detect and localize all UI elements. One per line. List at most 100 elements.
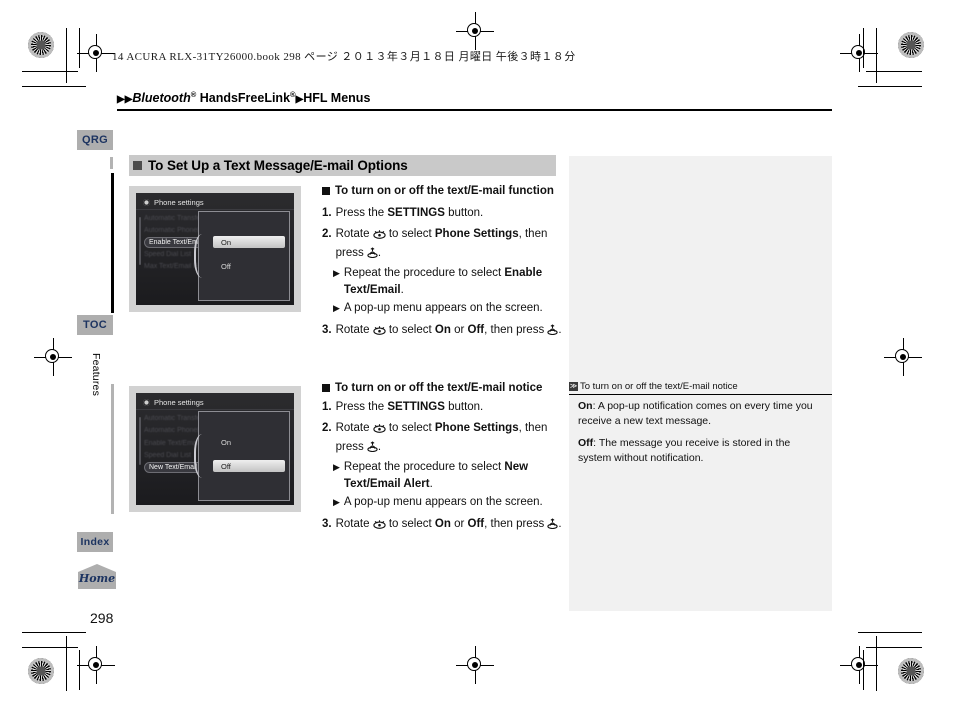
- knob-icon: [373, 518, 386, 535]
- sidebar-tab-toc[interactable]: TOC: [77, 315, 113, 335]
- breadcrumb: ▶▶Bluetooth® HandsFreeLink®▶HFL Menus: [117, 90, 370, 105]
- procedure-subitem: ▶ Repeat the procedure to select Enable …: [322, 265, 564, 298]
- step-text-bold: SETTINGS: [387, 206, 445, 219]
- popup-option-off[interactable]: Off: [213, 460, 285, 472]
- reference-item: Off: The message you receive is stored i…: [578, 436, 826, 465]
- procedure-step: 2. Rotate to select Phone Settings, then…: [322, 226, 564, 263]
- triangle-right-icon: ▶: [333, 462, 340, 472]
- registration-mark-tr: [840, 34, 878, 72]
- procedure-block-2: To turn on or off the text/E-mail notice…: [322, 380, 564, 535]
- section-heading-label: To Set Up a Text Message/E-mail Options: [148, 158, 408, 173]
- breadcrumb-bluetooth: Bluetooth: [132, 91, 191, 106]
- margin-index-bar-top: [110, 157, 113, 169]
- step-text-tail: .: [377, 440, 382, 453]
- procedure-subitem: ▶ Repeat the procedure to select New Tex…: [322, 459, 564, 492]
- step-number: 3.: [322, 324, 332, 336]
- sidebar-tab-features[interactable]: Features: [88, 340, 104, 410]
- procedure-heading: To turn on or off the text/E-mail notice: [322, 380, 564, 397]
- crop-line-tr-v: [876, 28, 877, 83]
- book-filename-line: 14 ACURA RLX-31TY26000.book 298 ページ ２０１３…: [112, 51, 576, 63]
- registration-mark-left-mid: [34, 338, 72, 376]
- popup-option-on[interactable]: On: [213, 436, 285, 448]
- step-number: 1.: [322, 206, 332, 219]
- step-number: 3.: [322, 518, 332, 530]
- sidebar-tab-qrg[interactable]: QRG: [77, 130, 113, 150]
- page-title: To Set Up a Text Message/E-mail Options: [129, 155, 556, 176]
- crop-line-tl-v: [66, 28, 67, 83]
- step-number: 2.: [322, 228, 332, 240]
- step-text-pre: Press the: [335, 206, 388, 219]
- step-text-bold-off: Off: [467, 518, 485, 530]
- breadcrumb-handsfreelink: HandsFreeLink: [196, 91, 291, 106]
- step-text-bold-on: On: [434, 324, 451, 336]
- page-number: 298: [90, 610, 114, 626]
- procedure-step: 1. Press the SETTINGS button.: [322, 205, 564, 222]
- registration-mark-top-mid: [456, 12, 494, 50]
- header-rule: [117, 109, 832, 111]
- step-text-mid: to select: [385, 228, 435, 240]
- crop-line-tl-h: [22, 71, 78, 72]
- step-text-tail: .: [377, 246, 382, 259]
- popup-option-off[interactable]: Off: [213, 260, 285, 272]
- step-text-bold-on: On: [434, 518, 451, 530]
- reference-rule: [569, 394, 832, 396]
- procedure-step: 2. Rotate to select Phone Settings, then…: [322, 420, 564, 457]
- step-text-post: button.: [444, 400, 484, 413]
- crop-line-bl-v2: [79, 650, 80, 690]
- crop-line-br-v: [876, 636, 877, 691]
- crop-line-br-v2: [863, 650, 864, 690]
- screen-title: Phone settings: [143, 198, 204, 207]
- section-bullet-icon: [133, 161, 142, 170]
- push-icon: [547, 518, 559, 535]
- step-text-pre: Rotate: [335, 324, 373, 336]
- screenshot-new-text-email-alert: Phone settings Automatic Transfer Automa…: [129, 386, 301, 512]
- reference-heading: ≫ To turn on or off the text/E-mail noti…: [569, 378, 832, 394]
- registration-star-top-left: [28, 32, 54, 58]
- step-number: 1.: [322, 400, 332, 413]
- crop-line-br-h: [858, 632, 922, 633]
- step-text: Rotate to select On or Off, then press .: [336, 322, 564, 341]
- reference-text-off: The message you receive is stored in the…: [578, 437, 791, 464]
- screenshot-enable-text-email: Phone settings Automatic Transfer Automa…: [129, 186, 301, 312]
- sidebar-home-button[interactable]: Home: [78, 564, 116, 589]
- subitem-post: .: [429, 477, 433, 490]
- triangle-right-icon: ▶: [333, 497, 340, 507]
- reference-body: On: A pop-up notification comes on every…: [578, 399, 826, 473]
- subitem-pre: Repeat the procedure to select: [343, 461, 505, 473]
- subitem-text: Repeat the procedure to select New Text/…: [344, 459, 564, 492]
- subitem-text: A pop-up menu appears on the screen.: [343, 496, 543, 508]
- popup-option-on[interactable]: On: [213, 236, 285, 248]
- device-screen: Phone settings Automatic Transfer Automa…: [136, 393, 294, 505]
- triangle-right-icon: ▶: [333, 268, 340, 278]
- breadcrumb-arrow-1: ▶▶: [117, 94, 133, 106]
- reference-marker-icon: ≫: [569, 381, 578, 391]
- crop-line-tl-h2: [22, 86, 86, 87]
- push-icon: [547, 324, 559, 341]
- screen-title-label: Phone settings: [154, 198, 204, 207]
- reference-term-off: Off: [578, 437, 594, 449]
- sidebar-home-label: Home: [78, 572, 116, 585]
- bullet-square-icon: [322, 384, 330, 392]
- crop-line-tr-h2: [858, 86, 922, 87]
- screen-divider: [136, 409, 294, 410]
- push-icon: [367, 246, 378, 264]
- step-number: 2.: [322, 422, 332, 434]
- screen-scrollbar[interactable]: [139, 217, 141, 265]
- registration-mark-bl: [77, 646, 115, 684]
- step-text-post: , then press: [484, 518, 548, 530]
- step-text-mid: to select: [385, 518, 435, 530]
- gear-icon: [143, 199, 150, 206]
- step-text-mid: to select: [385, 324, 435, 336]
- crop-line-bl-h: [22, 632, 86, 633]
- step-text-post: button.: [444, 206, 484, 219]
- crop-line-bl-h2: [22, 647, 78, 648]
- popup-pointer-icon: [194, 434, 210, 478]
- sidebar-tab-index[interactable]: Index: [77, 532, 113, 552]
- step-text-bold: Phone Settings: [434, 422, 519, 434]
- registration-star-bottom-right: [898, 658, 924, 684]
- reference-text-on: A pop-up notification comes on every tim…: [578, 400, 813, 427]
- reference-heading-label: To turn on or off the text/E-mail notice: [580, 380, 738, 392]
- procedure-step: 3. Rotate to select On or Off, then pres…: [322, 322, 564, 341]
- screen-scrollbar[interactable]: [139, 417, 141, 465]
- procedure-block-1: To turn on or off the text/E-mail functi…: [322, 183, 564, 341]
